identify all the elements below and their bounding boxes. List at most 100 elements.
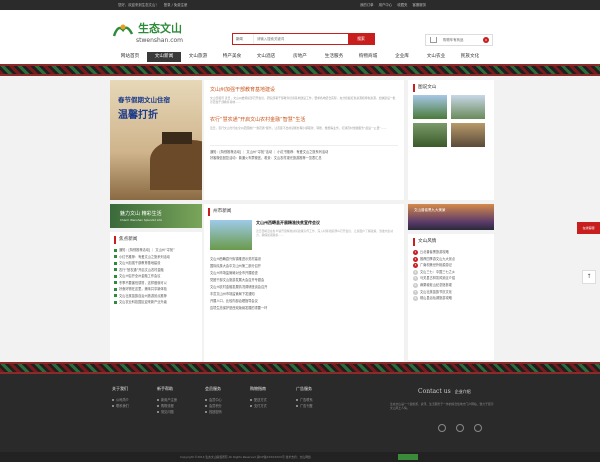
list-item[interactable]: 文山州农村金融发展情况调研座谈会召开 <box>210 284 398 291</box>
cart-count-badge: 0 <box>483 37 489 43</box>
list-item[interactable]: 文山农业科技园区迎来新产业升级 <box>114 299 198 306</box>
footer: 关于我们 公司简介 联系我们 新手帮助 新用户注册 购物流程 常见问题 会员服务… <box>0 374 600 452</box>
service-link[interactable]: 客服服务 <box>413 3 427 7</box>
footer-link[interactable]: 支付方式 <box>250 403 290 409</box>
headline-title[interactable]: 文山州加强干部教育基地建设 <box>210 86 398 93</box>
contact-desc: 生态文山是一个集旅游、资讯、生活服务于一体的综合性地方门户网站，致力于展示文山风… <box>390 402 494 410</box>
focus-news: 焦点新闻 通知：[特别推荐活动] ｜ 文山州“寻找” 小红书推荐：有爱文山之旅系… <box>110 232 202 362</box>
social-links <box>438 424 482 432</box>
security-badge-icon[interactable] <box>398 454 418 460</box>
footer-link[interactable]: 常见问题 <box>157 409 197 415</box>
nav-item-food[interactable]: 特产美食 <box>215 52 249 62</box>
list-item[interactable]: 7 文山壮族苗族节庆文化 <box>413 289 489 296</box>
contact-subtitle: 企业介绍 <box>454 389 471 394</box>
photo-thumb[interactable] <box>451 95 485 119</box>
main-content: 春节假期文山住宿 温馨打折 文山州加强干部教育基地建设 文山日报讯 近日，文山州… <box>110 80 494 364</box>
nav-item-home[interactable]: 网站首页 <box>113 52 147 62</box>
list-item[interactable]: 文山州市场监管局对全市开展检查 <box>210 270 398 277</box>
search-box: 新闻 搜索 <box>232 33 375 45</box>
main-nav: 网站首页 文山新闻 文山旅游 特产美食 文山酒店 房地产 生活服务 购物商城 企… <box>0 50 600 64</box>
search-input[interactable] <box>257 34 347 44</box>
list-item[interactable]: 党团干部文山旅游发展大会召开专题会 <box>210 277 398 284</box>
wechat-icon[interactable] <box>456 424 464 432</box>
city-news-image[interactable] <box>210 220 252 250</box>
footer-col: 广告服务 广告联系 广告刊登 <box>296 386 336 409</box>
orders-link[interactable]: 我的订单 <box>360 3 374 7</box>
site-logo[interactable]: 生态文山 stwenshan.com <box>112 20 192 48</box>
footer-col-title: 购物指南 <box>250 386 266 391</box>
photo-thumb[interactable] <box>413 123 447 147</box>
online-service-button[interactable]: 在线客服 <box>577 222 600 234</box>
headline-news: 文山州加强干部教育基地建设 文山日报讯 近日，文山州委组织部召开会议，研究部署干… <box>204 80 404 200</box>
logo-mark-icon <box>112 24 134 37</box>
scenery-banner-text: 文山普者黑九大美景 <box>414 208 446 212</box>
photo-news-title: 图说文山 <box>413 84 489 92</box>
promo-banner-line2: 温馨打折 <box>118 110 158 121</box>
culture-column: 文山普者黑九大美景 文山风情 1 丘北普者黑旅游攻略 2 推荐四季游文山九大景点 3… <box>408 204 494 364</box>
culture-list: 文山风情 1 丘北普者黑旅游攻略 2 推荐四季游文山九大景点 3 广南坝美世外桃源游记… <box>408 234 494 360</box>
charm-banner-text: 魅力文山 精彩生活 <box>120 211 162 217</box>
list-item[interactable]: 1 丘北普者黑旅游攻略 <box>413 249 489 256</box>
search-category-select[interactable]: 新闻 <box>234 34 254 44</box>
login-link[interactable]: 登录 / 免费注册 <box>164 3 188 7</box>
footer-col: 新手帮助 新用户注册 购物流程 常见问题 <box>157 386 197 415</box>
footer-link[interactable]: 广告刊登 <box>296 403 336 409</box>
city-news-feature-desc: 近日西畴县在各乡镇开展精准扶贫政策宣传工作，深入村寨组织群众召开会议，让贫困户了… <box>256 229 394 237</box>
list-item[interactable]: 丰富文山州市场监管局下发通知 <box>210 291 398 298</box>
list-item[interactable]: 2 推荐四季游文山九大景点 <box>413 256 489 263</box>
cart-label: 购物车有商品 <box>443 38 464 42</box>
ethnic-pattern-band <box>0 64 600 76</box>
nav-item-hotel[interactable]: 文山酒店 <box>249 52 283 62</box>
list-item[interactable]: 8 砚山县浴仙湖旅游攻略 <box>413 295 489 302</box>
header: 生态文山 stwenshan.com 新闻 搜索 购物车有商品 0 <box>0 10 600 50</box>
photo-thumb[interactable] <box>413 95 447 119</box>
charm-banner-sub: Charm Wenshan Splendid Life <box>120 218 162 222</box>
weibo-icon[interactable] <box>438 424 446 432</box>
contact-heading: Contact us 企业介绍 <box>418 388 471 395</box>
photo-news: 图说文山 <box>408 80 494 200</box>
search-button[interactable]: 搜索 <box>348 33 374 45</box>
headline-title-2[interactable]: 农行“慧农通”开启文山农村金融“智慧”生活 <box>210 116 398 123</box>
back-to-top-icon[interactable]: ↑ <box>582 270 596 284</box>
nav-item-culture[interactable]: 民族文化 <box>453 52 487 62</box>
cart-icon <box>430 37 437 43</box>
city-news-feature-title[interactable]: 文山州西畴县开展精准扶贫宣传会议 <box>256 220 396 226</box>
nav-item-enterprise[interactable]: 企业库 <box>385 52 419 62</box>
cart-button[interactable]: 购物车有商品 0 <box>425 34 493 46</box>
photo-thumb[interactable] <box>451 123 485 147</box>
nav-item-mall[interactable]: 购物商城 <box>351 52 385 62</box>
nav-item-news[interactable]: 文山新闻 <box>147 52 181 62</box>
footer-col: 关于我们 公司简介 联系我们 <box>112 386 152 409</box>
footer-col-title: 关于我们 <box>112 386 128 391</box>
list-item[interactable]: 边境生态保护是西双版纳发展的重要一环 <box>210 305 398 312</box>
ethnic-pattern-band-footer <box>0 362 600 374</box>
footer-link[interactable]: 找回密码 <box>205 409 245 415</box>
footer-link[interactable]: 联系我们 <box>112 403 152 409</box>
promo-banner-line1: 春节假期文山住宿 <box>118 96 170 104</box>
nav-item-agriculture[interactable]: 文山农业 <box>419 52 453 62</box>
nav-item-travel[interactable]: 文山旅游 <box>181 52 215 62</box>
list-item[interactable]: 6 麻栗坡老山纪念馆参观 <box>413 282 489 289</box>
nav-item-life[interactable]: 生活服务 <box>317 52 351 62</box>
list-item[interactable]: 开展人口、比较内部治理指导会议 <box>210 298 398 305</box>
footer-col: 会员服务 会员中心 会员积分 找回密码 <box>205 386 245 415</box>
list-item[interactable]: 国际民族大会中文山州第二部分召开 <box>210 263 398 270</box>
user-center-link[interactable]: 用户中心 <box>379 3 393 7</box>
charm-banner[interactable]: 魅力文山 精彩生活 Charm Wenshan Splendid Life <box>110 204 202 228</box>
list-item[interactable]: 4 文山三七：中国三七之乡 <box>413 269 489 276</box>
footer-col-title: 会员服务 <box>205 386 221 391</box>
copyright-bar: Copyright ©2014 生态文山版权所有 All Rights Rese… <box>0 452 600 462</box>
city-news-title: 州市新闻 <box>208 208 400 216</box>
headline-desc: 文山日报讯 近日，文山州委组织部召开会议，研究部署干部教育培训基地建设工作，要求… <box>210 96 396 104</box>
list-item[interactable]: 3 广南坝美世外桃源游记 <box>413 262 489 269</box>
list-item[interactable]: 5 马关县古林箐风景区介绍 <box>413 275 489 282</box>
promo-banner[interactable]: 春节假期文山住宿 温馨打折 <box>110 80 202 200</box>
nav-item-realestate[interactable]: 房地产 <box>283 52 317 62</box>
contact-title: Contact us <box>418 388 451 395</box>
list-item[interactable]: 文山州西畴县兴街镇推进示范村建设 <box>210 256 398 263</box>
headline-link[interactable]: 好客微信回复活动：普通火车票便宜，看景：文山农村观光旅游推荐一览表汇总 <box>210 155 398 161</box>
scenery-banner[interactable]: 文山普者黑九大美景 <box>408 204 494 230</box>
qq-icon[interactable] <box>474 424 482 432</box>
favorites-link[interactable]: 收藏夹 <box>397 3 407 7</box>
top-bar: 您好，欢迎来到生态文山！ 登录 / 免费注册 我的订单 用户中心 收藏夹 客服服… <box>0 0 600 10</box>
